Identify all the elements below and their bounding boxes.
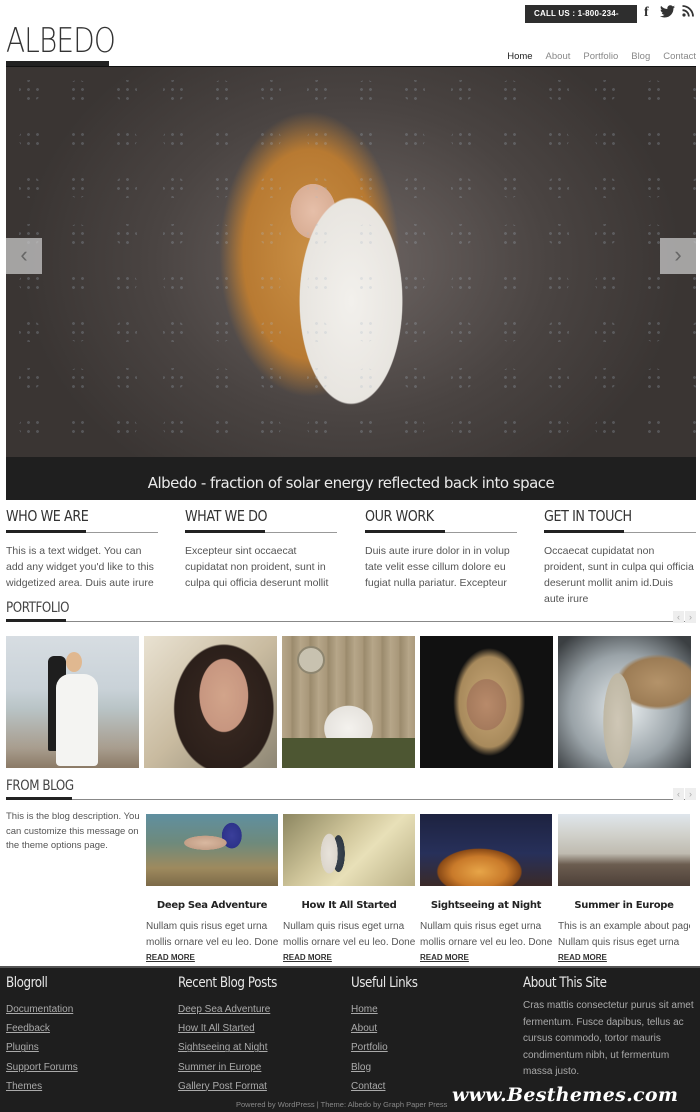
widget-divider (185, 530, 337, 533)
post-title[interactable]: Deep Sea Adventure (146, 900, 278, 912)
footer-link[interactable]: About (351, 1019, 429, 1038)
post-excerpt: This is an example about page. Nullam qui… (558, 921, 690, 948)
post-title[interactable]: How It All Started (283, 900, 415, 912)
widget-divider (365, 530, 517, 533)
section-divider (6, 619, 696, 622)
blog-post: Sightseeing at Night Nullam quis risus e… (420, 814, 552, 962)
widget-text: Occaecat cupidatat non proident, sunt in… (544, 545, 694, 605)
footer-title: Recent Blog Posts (178, 975, 277, 991)
rss-icon[interactable] (682, 5, 694, 21)
post-thumbnail[interactable] (146, 814, 278, 886)
footer-link[interactable]: How It All Started (178, 1019, 294, 1038)
site-footer: Blogroll Documentation Feedback Plugins … (0, 966, 700, 1112)
post-thumbnail[interactable] (558, 814, 690, 886)
portfolio-next-button[interactable]: › (685, 611, 696, 623)
footer-link[interactable]: Summer in Europe (178, 1058, 294, 1077)
post-title[interactable]: Summer in Europe (558, 900, 690, 912)
footer-link[interactable]: Plugins (6, 1038, 78, 1057)
widget-who-we-are: WHO WE ARE This is a text widget. You ca… (6, 506, 158, 591)
main-nav: Home About Portfolio Blog Contact (507, 51, 696, 62)
portfolio-item[interactable] (6, 636, 139, 768)
twitter-icon[interactable] (660, 5, 675, 21)
slider-caption: Albedo - fraction of solar energy reflec… (6, 457, 696, 500)
widget-title: WHO WE ARE (6, 507, 89, 525)
blog-post: Summer in Europe This is an example abou… (558, 814, 690, 962)
footer-link[interactable]: Contact (351, 1077, 429, 1096)
read-more-link[interactable]: READ MORE (283, 953, 415, 962)
slider-next-button[interactable]: › (660, 238, 696, 274)
read-more-link[interactable]: READ MORE (420, 953, 552, 962)
footer-link[interactable]: Home (351, 1000, 429, 1019)
footer-title: Useful Links (351, 975, 418, 991)
blog-post: How It All Started Nullam quis risus ege… (283, 814, 415, 962)
facebook-icon[interactable]: f (644, 5, 649, 21)
nav-portfolio[interactable]: Portfolio (583, 51, 618, 62)
footer-about-text: Cras mattis consectetur purus sit amet f… (523, 1000, 694, 1077)
nav-blog[interactable]: Blog (631, 51, 650, 62)
section-title: FROM BLOG (6, 778, 74, 794)
nav-home[interactable]: Home (507, 51, 532, 62)
blog-prev-button[interactable]: ‹ (673, 788, 684, 800)
footer-link[interactable]: Themes (6, 1077, 78, 1096)
portfolio-header: PORTFOLIO ‹ › (6, 599, 696, 623)
footer-link[interactable]: Feedback (6, 1019, 78, 1038)
hero-slider: Albedo - fraction of solar energy reflec… (6, 66, 696, 500)
footer-link[interactable]: Gallery Post Format (178, 1077, 294, 1096)
footer-credits: Powered by WordPress | Theme: Albedo by … (236, 1100, 448, 1109)
chevron-right-icon: › (674, 242, 682, 267)
portfolio-item[interactable] (558, 636, 691, 768)
footer-link[interactable]: Sightseeing at Night (178, 1038, 294, 1057)
footer-about: About This Site Cras mattis consectetur … (523, 974, 695, 1081)
portfolio-item[interactable] (282, 636, 415, 768)
blog-header: FROM BLOG ‹ › (6, 777, 696, 800)
footer-link[interactable]: Deep Sea Adventure (178, 1000, 294, 1019)
widget-divider (6, 530, 158, 533)
widget-title: WHAT WE DO (185, 507, 268, 525)
footer-link[interactable]: Portfolio (351, 1038, 429, 1057)
blog-description: This is the blog description. You can cu… (6, 811, 140, 851)
footer-recent-posts: Recent Blog Posts Deep Sea Adventure How… (178, 974, 294, 1096)
wallpaper-pattern (6, 67, 696, 457)
post-title[interactable]: Sightseeing at Night (420, 900, 552, 912)
post-excerpt: Nullam quis risus eget urna mollis ornare… (146, 921, 278, 948)
blog-next-button[interactable]: › (685, 788, 696, 800)
widget-title: GET IN TOUCH (544, 507, 632, 525)
widget-our-work: OUR WORK Duis aute irure dolor in in vol… (365, 506, 517, 591)
portfolio-prev-button[interactable]: ‹ (673, 611, 684, 623)
read-more-link[interactable]: READ MORE (146, 953, 278, 962)
widget-what-we-do: WHAT WE DO Excepteur sint occaecat cupid… (185, 506, 337, 591)
widget-text: This is a text widget. You can add any w… (6, 545, 154, 589)
post-excerpt: Nullam quis risus eget urna mollis ornare… (283, 921, 415, 948)
slider-prev-button[interactable]: ‹ (6, 238, 42, 274)
section-divider (6, 797, 696, 800)
footer-useful-links: Useful Links Home About Portfolio Blog C… (351, 974, 429, 1096)
portfolio-item[interactable] (420, 636, 553, 768)
section-title: PORTFOLIO (6, 600, 70, 616)
footer-link[interactable]: Documentation (6, 1000, 78, 1019)
call-us-badge: CALL US : 1-800-234-4543 (525, 5, 637, 36)
footer-link[interactable]: Support Forums (6, 1058, 78, 1077)
site-logo[interactable]: ALBEDO (6, 22, 116, 60)
read-more-link[interactable]: READ MORE (558, 953, 690, 962)
footer-title: About This Site (523, 975, 607, 991)
post-excerpt: Nullam quis risus eget urna mollis ornare… (420, 921, 552, 948)
widget-get-in-touch: GET IN TOUCH Occaecat cupidatat non proi… (544, 506, 696, 607)
post-thumbnail[interactable] (420, 814, 552, 886)
watermark: www.Besthemes.com (452, 1084, 679, 1106)
footer-blogroll: Blogroll Documentation Feedback Plugins … (6, 974, 78, 1096)
portfolio-item[interactable] (144, 636, 277, 768)
footer-title: Blogroll (6, 975, 48, 991)
widget-text: Excepteur sint occaecat cupidatat non pr… (185, 545, 329, 589)
nav-contact[interactable]: Contact (663, 51, 696, 62)
footer-link[interactable]: Blog (351, 1058, 429, 1077)
widget-divider (544, 530, 696, 533)
widget-title: OUR WORK (365, 507, 434, 525)
chevron-left-icon: ‹ (20, 242, 28, 267)
post-thumbnail[interactable] (283, 814, 415, 886)
blog-post: Deep Sea Adventure Nullam quis risus ege… (146, 814, 278, 962)
nav-about[interactable]: About (546, 51, 571, 62)
hero-image (6, 67, 696, 457)
widget-text: Duis aute irure dolor in in volup tate v… (365, 545, 510, 589)
